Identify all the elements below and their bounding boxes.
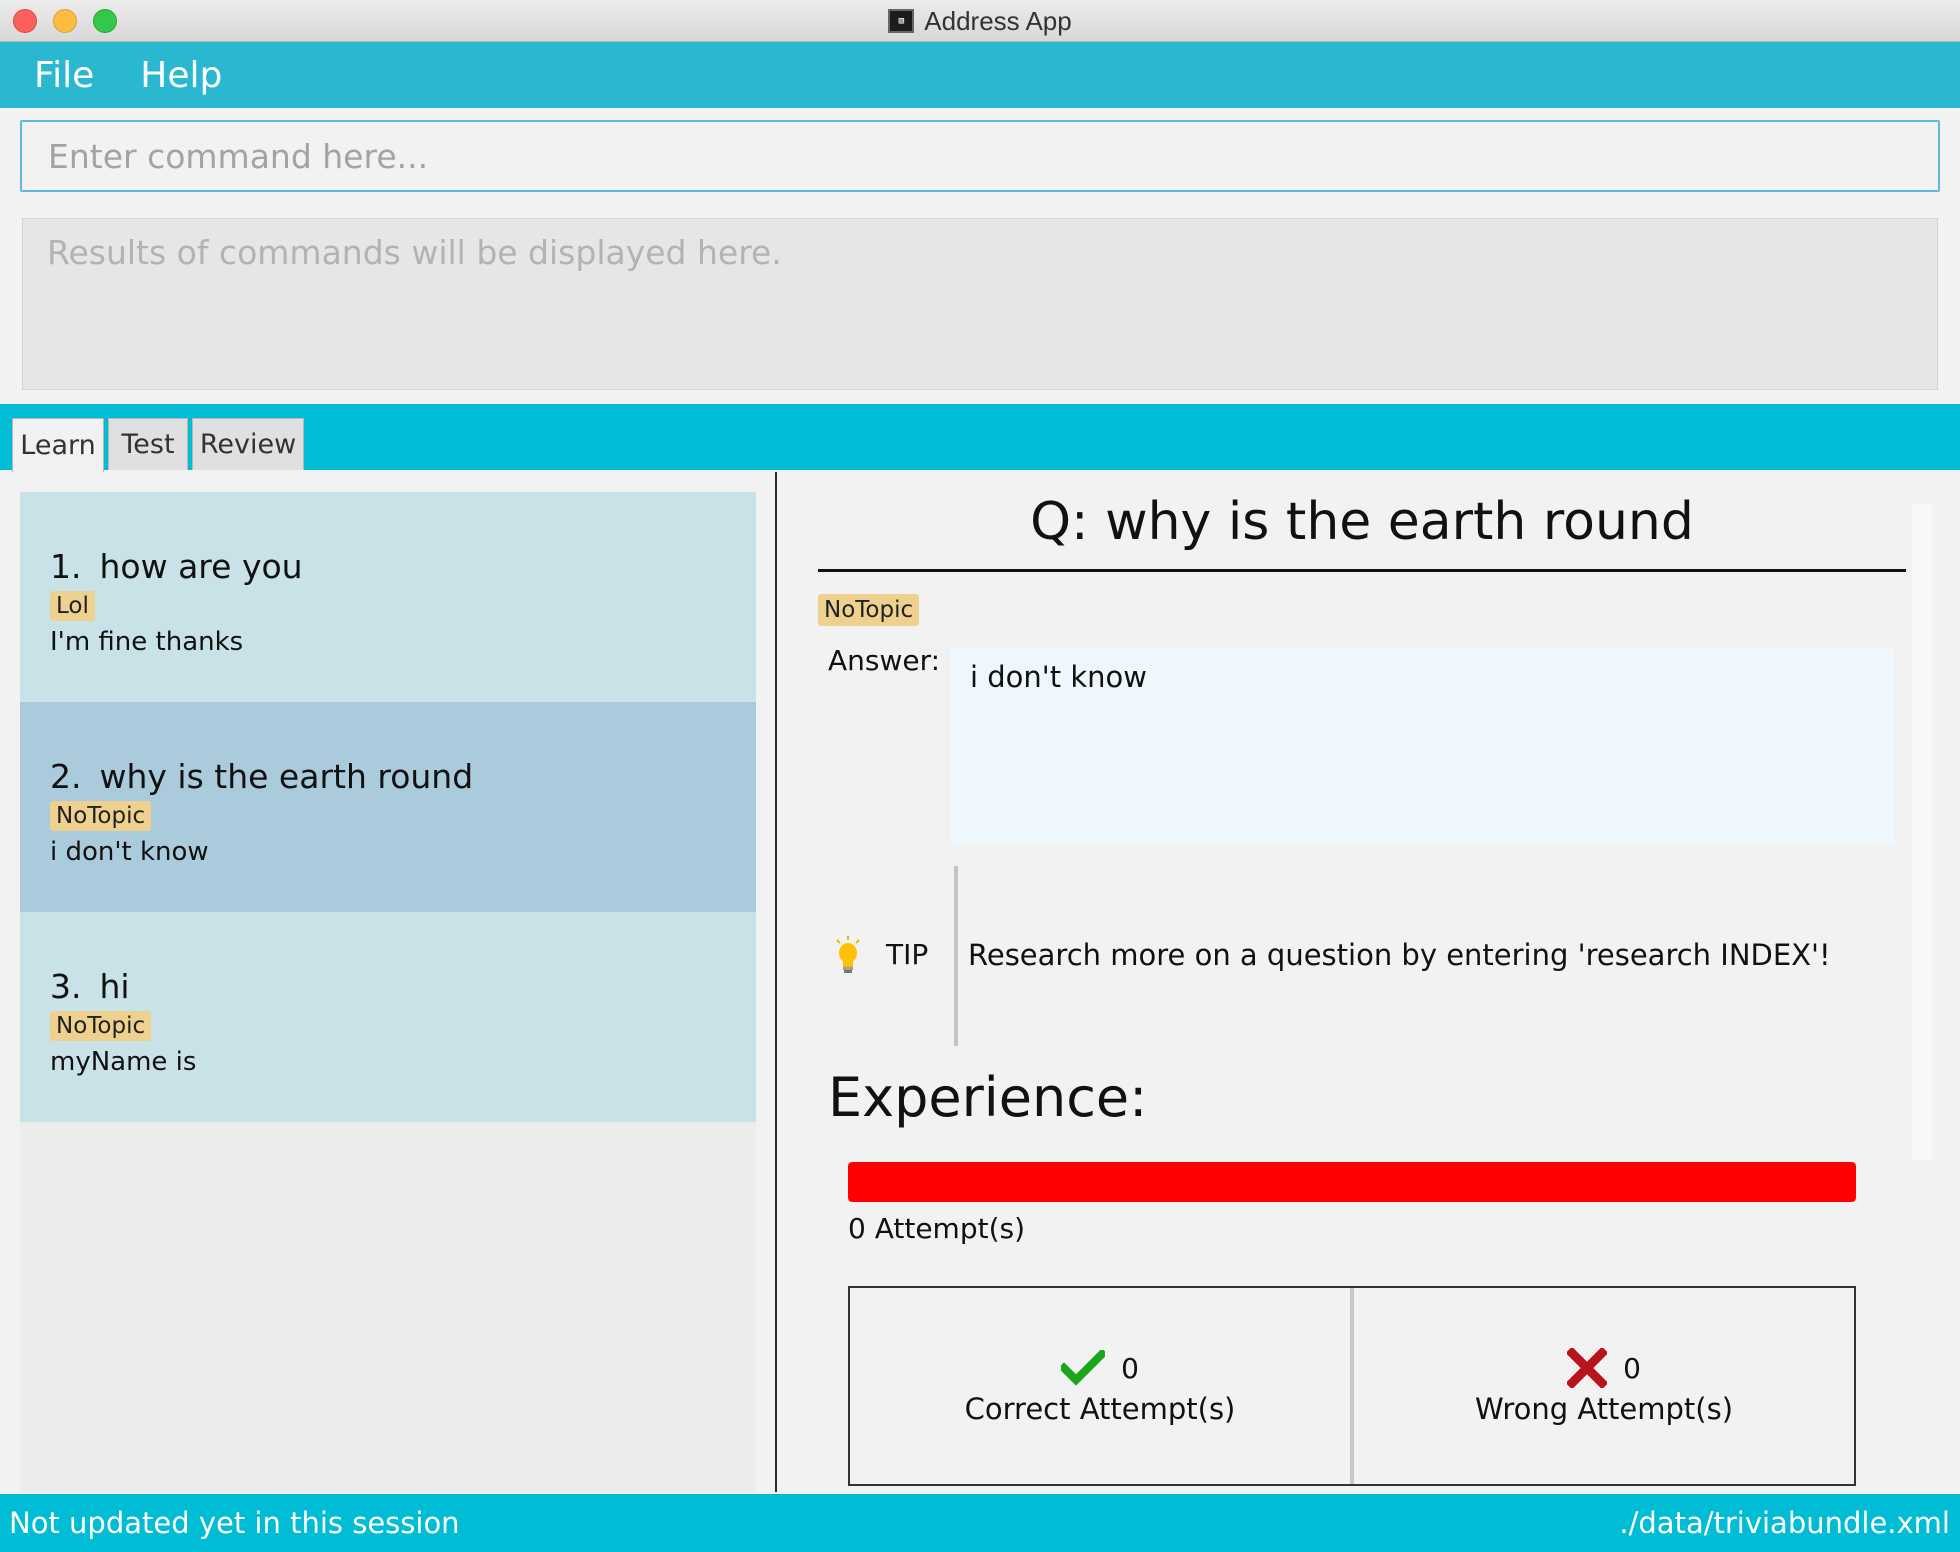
tab-test[interactable]: Test — [108, 418, 188, 470]
title-bar: ▧ Address App — [0, 0, 1960, 42]
experience-title: Experience: — [828, 1066, 1148, 1129]
wrong-label: Wrong Attempt(s) — [1474, 1392, 1734, 1426]
attempt-stats: 0 Correct Attempt(s) 0 Wrong Attempt(s) — [848, 1286, 1856, 1486]
tab-review[interactable]: Review — [192, 418, 304, 470]
list-item-selected[interactable]: 2. why is the earth round NoTopic i don'… — [20, 702, 756, 912]
attempts-count: 0 Attempt(s) — [848, 1212, 1026, 1245]
list-item-answer: I'm fine thanks — [50, 627, 244, 657]
result-display[interactable]: Results of commands will be displayed he… — [22, 218, 1938, 390]
list-item[interactable]: 3. hi NoTopic myName is — [20, 912, 756, 1122]
experience-progress-fill — [848, 1162, 1856, 1202]
list-item-index: 2. — [50, 756, 82, 796]
tip-label: TIP — [886, 938, 929, 971]
answer-label: Answer: — [828, 644, 941, 677]
list-item-question: why is the earth round — [99, 756, 474, 796]
wrong-attempts-row: 0 — [1567, 1348, 1641, 1388]
list-item-title: 1. how are you — [50, 544, 726, 588]
correct-attempts-cell: 0 Correct Attempt(s) — [850, 1288, 1350, 1484]
lightbulb-icon — [836, 936, 860, 973]
command-input[interactable] — [20, 120, 1940, 192]
correct-count: 0 — [1121, 1351, 1139, 1385]
window-title: Address App — [924, 5, 1072, 36]
experience-progress-bar — [848, 1162, 1856, 1202]
split-pane-divider[interactable] — [775, 472, 777, 1492]
wrong-attempts-cell: 0 Wrong Attempt(s) — [1350, 1288, 1854, 1484]
detail-topic-tag: NoTopic — [818, 594, 920, 626]
list-item-index: 3. — [50, 966, 82, 1006]
topic-tag: NoTopic — [50, 1011, 152, 1041]
list-item-answer: i don't know — [50, 837, 209, 867]
menu-bar: File Help — [0, 42, 1960, 108]
list-item[interactable]: 1. how are you Lol I'm fine thanks — [20, 492, 756, 702]
list-item-question: how are you — [99, 546, 303, 586]
tab-bar: Learn Test Review — [0, 404, 1960, 472]
status-bar: Not updated yet in this session ./data/t… — [0, 1494, 1960, 1552]
window-title-group: ▧ Address App — [0, 0, 1960, 42]
answer-box: i don't know — [950, 648, 1894, 844]
wrong-count: 0 — [1623, 1351, 1641, 1385]
list-item-question: hi — [99, 966, 130, 1006]
question-heading: Q: why is the earth round — [1030, 492, 1694, 552]
sync-status: Not updated yet in this session — [9, 1506, 460, 1540]
checkmark-icon — [1061, 1350, 1106, 1386]
question-list[interactable]: 1. how are you Lol I'm fine thanks 2. wh… — [20, 492, 756, 1492]
correct-label: Correct Attempt(s) — [964, 1392, 1236, 1426]
answer-text: i don't know — [970, 660, 1148, 694]
heading-underline — [818, 569, 1906, 572]
save-location: ./data/triviabundle.xml — [1619, 1506, 1950, 1540]
topic-tag: Lol — [50, 591, 95, 621]
tip-divider — [954, 866, 958, 1046]
menu-help[interactable]: Help — [140, 55, 222, 96]
cross-icon — [1567, 1348, 1608, 1388]
menu-file[interactable]: File — [34, 55, 94, 96]
topic-tag: NoTopic — [50, 801, 152, 831]
list-item-title: 2. why is the earth round — [50, 754, 726, 798]
terminal-icon: ▧ — [888, 9, 915, 33]
list-item-answer: myName is — [50, 1047, 197, 1077]
tab-learn[interactable]: Learn — [12, 418, 104, 472]
correct-attempts-row: 0 — [1061, 1348, 1139, 1388]
detail-scrollbar[interactable] — [1912, 504, 1932, 1160]
tip-text: Research more on a question by entering … — [968, 938, 1831, 972]
list-item-title: 3. hi — [50, 964, 726, 1008]
tip-section: TIP Research more on a question by enter… — [830, 866, 1910, 1046]
result-placeholder: Results of commands will be displayed he… — [47, 233, 782, 272]
list-item-index: 1. — [50, 546, 82, 586]
